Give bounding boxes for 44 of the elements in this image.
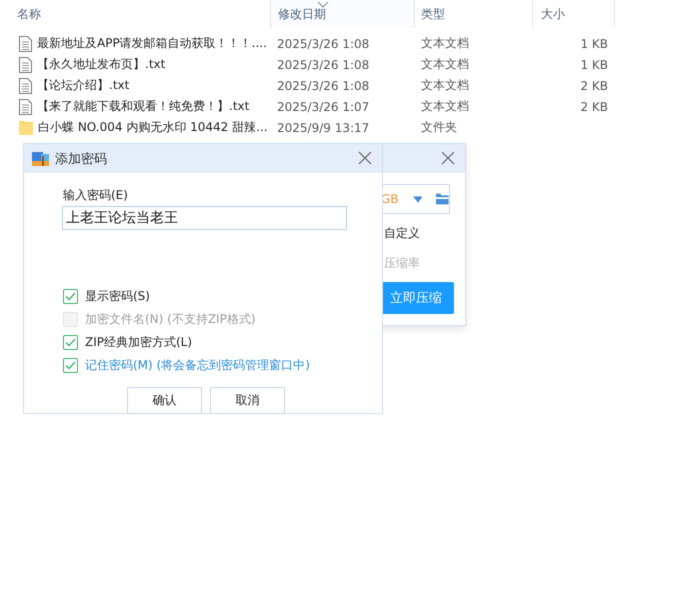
option-label: ZIP经典加密方式(L) bbox=[85, 334, 192, 351]
folder-icon[interactable] bbox=[436, 193, 449, 205]
document-icon bbox=[19, 98, 32, 114]
modified-date: 2025/9/9 13:17 bbox=[276, 120, 370, 134]
checkbox[interactable] bbox=[63, 289, 78, 304]
checkbox[interactable] bbox=[63, 358, 78, 373]
field-label: 输入密码(E) bbox=[63, 187, 129, 204]
file-type: 文本文档 bbox=[420, 77, 470, 94]
file-size: 2 KB bbox=[579, 100, 608, 114]
file-name[interactable]: 【永久地址发布页】.txt bbox=[37, 56, 166, 73]
option-label: 自定义 bbox=[384, 225, 420, 242]
file-type: 文本文档 bbox=[420, 98, 470, 115]
file-name[interactable]: 白小蝶 NO.004 内购无水印 10442 甜辣... bbox=[38, 119, 268, 136]
column-header[interactable]: 修改日期 bbox=[271, 0, 415, 28]
file-name[interactable]: 【论坛介绍】.txt bbox=[37, 77, 130, 94]
checkbox[interactable] bbox=[63, 335, 78, 350]
close-button[interactable] bbox=[358, 150, 374, 166]
file-type: 文件夹 bbox=[420, 119, 458, 136]
modified-date: 2025/3/26 1:07 bbox=[276, 100, 370, 114]
modified-date: 2025/3/26 1:08 bbox=[276, 78, 370, 92]
file-type: 文本文档 bbox=[420, 35, 470, 52]
dialog-button[interactable]: 确认 bbox=[127, 387, 202, 414]
file-size: 2 KB bbox=[579, 78, 608, 92]
document-icon bbox=[19, 36, 32, 52]
password-field[interactable]: 上老王论坛当老王 bbox=[62, 206, 347, 230]
folder-icon bbox=[19, 120, 33, 135]
dialog-title: 添加密码 bbox=[55, 150, 108, 168]
dialog-button[interactable]: 取消 bbox=[210, 387, 285, 414]
file-type: 文本文档 bbox=[420, 56, 470, 73]
modified-date: 2025/3/26 1:08 bbox=[276, 36, 370, 50]
file-name[interactable]: 【来了就能下载和观看！纯免费！】.txt bbox=[37, 98, 250, 115]
file-size: 1 KB bbox=[579, 36, 608, 50]
option-label: 加密文件名(N) (不支持ZIP格式) bbox=[85, 311, 256, 328]
file-name[interactable]: 最新地址及APP请发邮箱自动获取！！！.... bbox=[37, 35, 267, 52]
document-icon bbox=[19, 78, 32, 94]
archive-icon bbox=[32, 152, 49, 166]
ratio-label: 压缩率 bbox=[384, 255, 420, 272]
close-button[interactable] bbox=[441, 150, 457, 166]
document-icon bbox=[19, 56, 32, 72]
file-size: 1 KB bbox=[579, 58, 608, 72]
modified-date: 2025/3/26 1:08 bbox=[276, 58, 370, 72]
option-label: 记住密码(M) (将会备忘到密码管理窗口中) bbox=[85, 357, 310, 374]
option-label: 显示密码(S) bbox=[85, 288, 150, 305]
dropdown-caret-icon bbox=[412, 196, 422, 202]
